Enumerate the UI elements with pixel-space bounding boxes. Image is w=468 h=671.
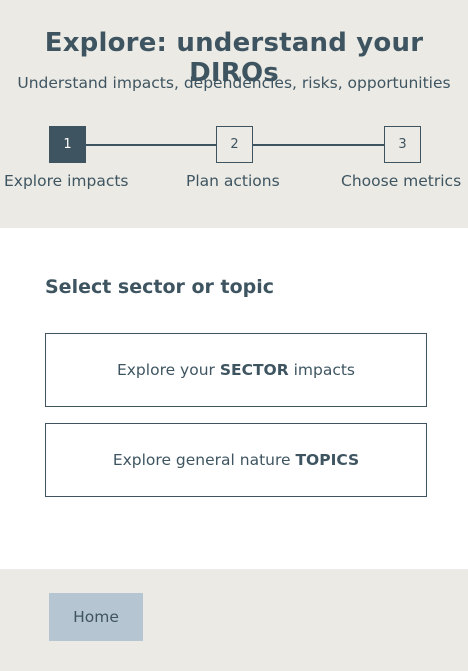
page-footer: Home <box>0 569 468 671</box>
stepper-connector <box>85 144 216 146</box>
page-header: Explore: understand your DIROs Understan… <box>0 0 468 228</box>
explore-topics-button[interactable]: Explore general nature TOPICS <box>45 423 427 497</box>
step-3-indicator[interactable]: 3 <box>384 126 421 163</box>
option-prefix: Explore general nature <box>112 451 296 469</box>
page-subtitle: Understand impacts, dependencies, risks,… <box>17 74 451 92</box>
option-emphasis: SECTOR <box>219 361 289 379</box>
option-text: Explore general nature TOPICS <box>113 451 359 469</box>
step-3-label: Choose metrics <box>341 172 462 190</box>
step-1-label: Explore impacts <box>4 172 129 190</box>
stepper-connector <box>253 144 384 146</box>
step-2-label: Plan actions <box>186 172 280 190</box>
home-button[interactable]: Home <box>49 593 143 641</box>
option-text: Explore your SECTOR impacts <box>117 361 355 379</box>
explore-sector-button[interactable]: Explore your SECTOR impacts <box>45 333 427 407</box>
option-suffix: impacts <box>288 361 356 379</box>
option-emphasis: TOPICS <box>295 451 360 469</box>
option-prefix: Explore your <box>116 361 220 379</box>
section-title: Select sector or topic <box>45 276 275 298</box>
main-panel: Select sector or topic Explore your SECT… <box>0 228 468 569</box>
step-2-indicator[interactable]: 2 <box>216 126 253 163</box>
step-1-indicator[interactable]: 1 <box>49 126 86 163</box>
